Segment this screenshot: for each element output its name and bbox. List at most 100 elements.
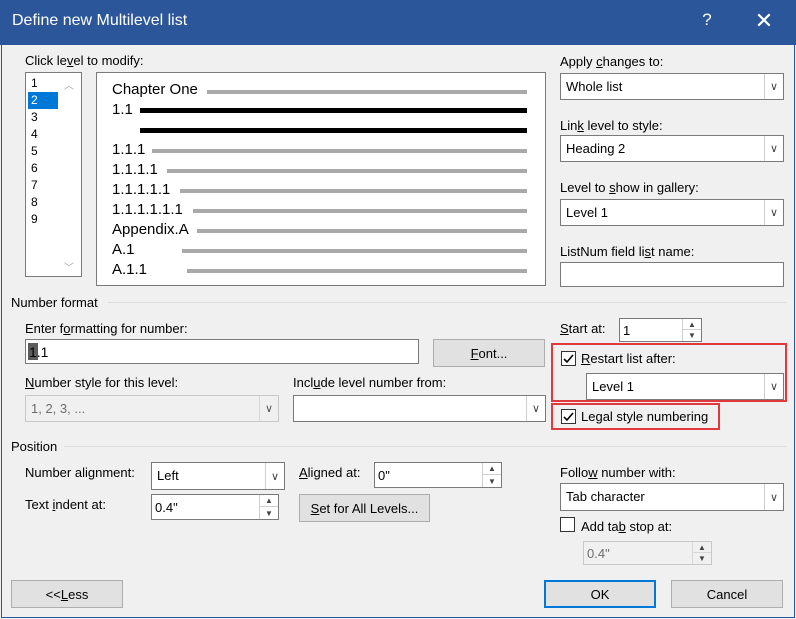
alignment-label: Number alignment: bbox=[25, 465, 135, 480]
preview-line: Chapter One bbox=[112, 81, 198, 98]
spin-down-icon[interactable]: ▼ bbox=[483, 475, 501, 487]
level-item[interactable]: 8 bbox=[28, 194, 58, 211]
preview-line: 1.1.1.1 bbox=[112, 161, 158, 178]
number-format-input[interactable]: 1.1 bbox=[25, 339, 419, 364]
legal-style-label: Legal style numbering bbox=[581, 409, 709, 424]
scroll-up-icon[interactable]: ︿ bbox=[64, 77, 74, 92]
chevron-down-icon: ∨ bbox=[265, 463, 284, 489]
checkmark-icon bbox=[563, 412, 574, 422]
spin-up-icon[interactable]: ▲ bbox=[260, 495, 278, 507]
scroll-down-icon[interactable]: ﹀ bbox=[64, 259, 74, 274]
level-item[interactable]: 3 bbox=[28, 109, 58, 126]
link-level-label: Link level to style: bbox=[560, 118, 663, 133]
chevron-down-icon: ∨ bbox=[764, 484, 783, 510]
enter-format-label: Enter formatting for number: bbox=[25, 321, 188, 336]
spin-down-icon[interactable]: ▼ bbox=[693, 553, 711, 564]
follow-number-label: Follow number with: bbox=[560, 465, 676, 480]
add-tab-label: Add tab stop at: bbox=[581, 519, 673, 534]
level-item[interactable]: 5 bbox=[28, 143, 58, 160]
level-item[interactable]: 9 bbox=[28, 211, 58, 228]
cancel-button[interactable]: Cancel bbox=[671, 580, 783, 608]
add-tab-checkbox[interactable] bbox=[560, 517, 575, 532]
apply-changes-label: Apply changes to: bbox=[560, 54, 664, 69]
indent-spinner[interactable]: ▲ ▼ bbox=[259, 495, 278, 519]
include-level-label: Include level number from: bbox=[293, 375, 447, 390]
chevron-down-icon: ∨ bbox=[764, 136, 783, 161]
levels-listbox[interactable]: 1 2 3 4 5 6 7 8 9 ︿ ﹀ bbox=[25, 72, 82, 277]
preview-bar bbox=[152, 149, 527, 153]
add-tab-spinner[interactable]: ▲ ▼ bbox=[692, 542, 711, 564]
chevron-down-icon: ∨ bbox=[764, 374, 783, 399]
level-item-selected[interactable]: 2 bbox=[28, 92, 58, 109]
preview-bar bbox=[140, 128, 527, 133]
preview-bar bbox=[207, 90, 527, 94]
preview-bar bbox=[187, 269, 527, 273]
chevron-down-icon: ∨ bbox=[764, 74, 783, 99]
number-style-label: Number style for this level: bbox=[25, 375, 179, 390]
aligned-at-input[interactable]: 0" ▲ ▼ bbox=[374, 462, 502, 488]
alignment-select[interactable]: Left ∨ bbox=[151, 462, 285, 490]
restart-label: Restart list after: bbox=[581, 351, 676, 366]
preview-line: A.1 bbox=[112, 241, 135, 258]
indent-label: Text indent at: bbox=[25, 497, 106, 512]
spin-up-icon[interactable]: ▲ bbox=[693, 542, 711, 553]
restart-checkbox[interactable] bbox=[561, 351, 576, 366]
divider bbox=[64, 446, 786, 447]
set-all-levels-button[interactable]: Set for All Levels... bbox=[299, 494, 430, 522]
chevron-down-icon: ∨ bbox=[764, 200, 783, 225]
preview-bar bbox=[140, 108, 527, 113]
checkmark-icon bbox=[563, 354, 574, 364]
preview-line: 1.1.1 bbox=[112, 141, 146, 158]
preview-line: 1.1 bbox=[112, 101, 133, 118]
spin-up-icon[interactable]: ▲ bbox=[683, 319, 701, 330]
spin-down-icon[interactable]: ▼ bbox=[260, 507, 278, 519]
add-tab-input[interactable]: 0.4" ▲ ▼ bbox=[583, 541, 712, 565]
preview-bar bbox=[182, 249, 527, 253]
help-button[interactable]: ? bbox=[693, 10, 721, 34]
start-at-label: Start at: bbox=[560, 321, 606, 336]
include-level-select[interactable]: ∨ bbox=[293, 395, 546, 422]
preview-bar bbox=[193, 209, 527, 213]
font-button[interactable]: Font... bbox=[433, 339, 545, 367]
number-style-select[interactable]: 1, 2, 3, ... ∨ bbox=[25, 395, 279, 422]
dialog-title: Define new Multilevel list bbox=[12, 12, 188, 29]
preview-line: 1.1.1.1.1 bbox=[112, 181, 171, 198]
spin-down-icon[interactable]: ▼ bbox=[683, 330, 701, 341]
aligned-at-label: Aligned at: bbox=[299, 465, 361, 480]
level-item[interactable]: 4 bbox=[28, 126, 58, 143]
preview-line: Appendix.A bbox=[112, 221, 189, 238]
gallery-level-label: Level to show in gallery: bbox=[560, 180, 699, 195]
number-format-heading: Number format bbox=[11, 295, 98, 310]
listnum-label: ListNum field list name: bbox=[560, 244, 695, 259]
levels-label: Click level to modify: bbox=[25, 53, 144, 68]
spin-up-icon[interactable]: ▲ bbox=[483, 463, 501, 475]
restart-level-select[interactable]: Level 1 ∨ bbox=[586, 373, 784, 400]
link-level-select[interactable]: Heading 2 ∨ bbox=[560, 135, 784, 162]
level-item[interactable]: 7 bbox=[28, 177, 58, 194]
preview-bar bbox=[167, 169, 527, 173]
position-heading: Position bbox=[11, 439, 58, 454]
level-item[interactable]: 6 bbox=[28, 160, 58, 177]
close-icon[interactable]: ✕ bbox=[748, 8, 780, 36]
ok-button[interactable]: OK bbox=[544, 580, 656, 608]
start-at-spinner[interactable]: ▲ ▼ bbox=[682, 319, 701, 341]
gallery-level-select[interactable]: Level 1 ∨ bbox=[560, 199, 784, 226]
preview-line: A.1.1 bbox=[112, 261, 148, 278]
indent-input[interactable]: 0.4" ▲ ▼ bbox=[151, 494, 279, 520]
divider bbox=[108, 302, 786, 303]
chevron-down-icon: ∨ bbox=[526, 396, 545, 421]
listnum-input[interactable] bbox=[560, 262, 784, 287]
less-button[interactable]: << Less bbox=[11, 580, 123, 608]
preview-bar bbox=[180, 189, 527, 193]
apply-changes-select[interactable]: Whole list ∨ bbox=[560, 73, 784, 100]
list-preview: Chapter One 1.1 1.1.1 1.1.1.1 1.1.1.1.1 … bbox=[96, 72, 546, 286]
follow-number-select[interactable]: Tab character ∨ bbox=[560, 483, 784, 511]
title-bar: Define new Multilevel list ? ✕ bbox=[0, 0, 796, 45]
preview-line: 1.1.1.1.1.1 bbox=[112, 201, 183, 218]
chevron-down-icon: ∨ bbox=[259, 396, 278, 421]
preview-bar bbox=[197, 229, 527, 233]
start-at-input[interactable]: 1 ▲ ▼ bbox=[619, 318, 702, 342]
legal-style-checkbox[interactable] bbox=[561, 409, 576, 424]
aligned-at-spinner[interactable]: ▲ ▼ bbox=[482, 463, 501, 487]
level-item[interactable]: 1 bbox=[28, 75, 58, 92]
